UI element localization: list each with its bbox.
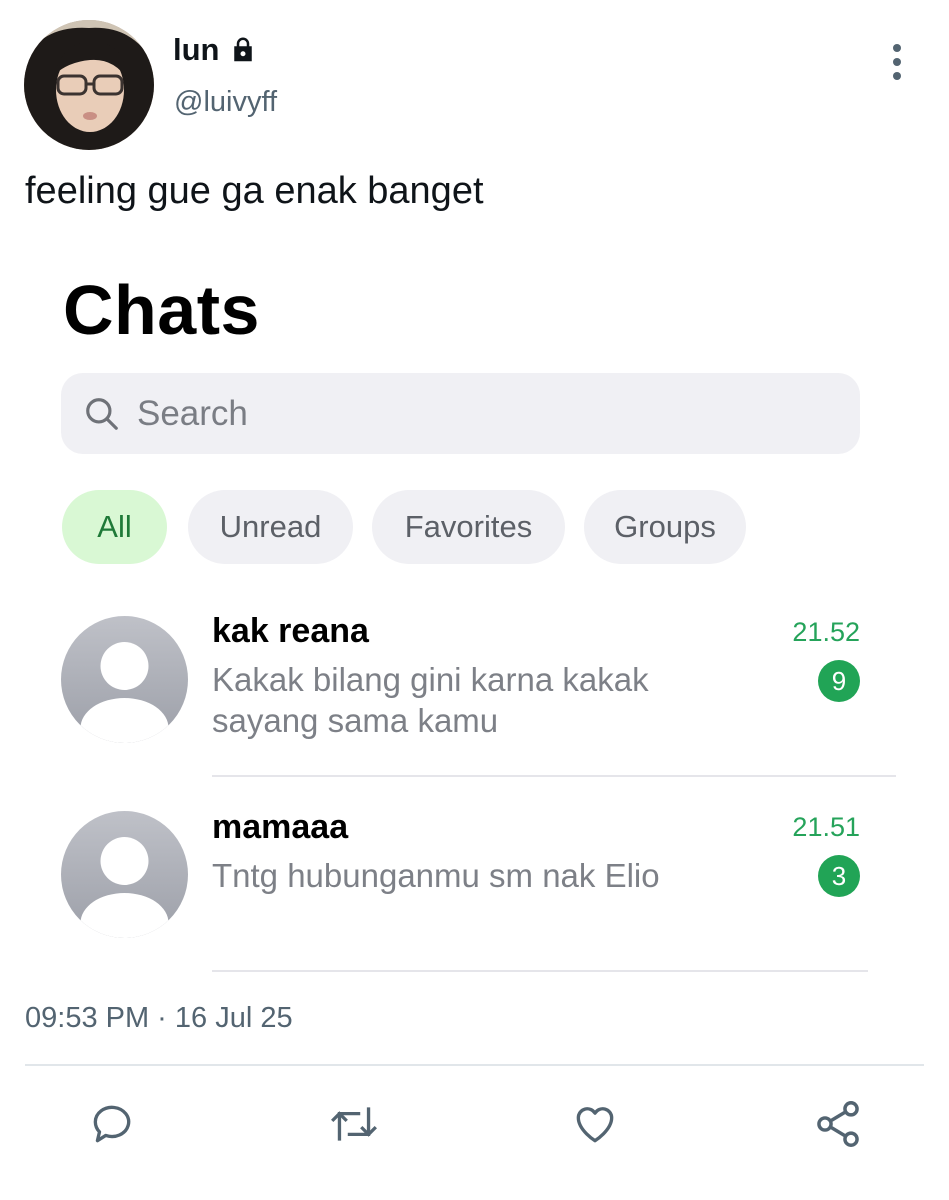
- filter-chip-all[interactable]: All: [62, 490, 167, 564]
- chat-time: 21.51: [792, 812, 860, 842]
- more-vertical-icon[interactable]: [884, 44, 910, 80]
- chat-name[interactable]: kak reana: [212, 612, 369, 651]
- chats-title: Chats: [63, 271, 260, 349]
- search-bar[interactable]: [61, 373, 860, 454]
- tweet-text: feeling gue ga enak banget: [25, 170, 484, 212]
- like-icon[interactable]: [565, 1094, 625, 1154]
- footer-divider: [25, 1064, 924, 1066]
- user-handle[interactable]: @luivyff: [174, 86, 277, 119]
- retweet-icon[interactable]: [324, 1094, 384, 1154]
- filter-chip-label: All: [97, 509, 132, 544]
- chat-preview[interactable]: Tntg hubunganmu sm nak Elio: [212, 855, 732, 896]
- lock-icon: [233, 37, 252, 62]
- filter-chip-favorites[interactable]: Favorites: [372, 490, 565, 564]
- profile-avatar[interactable]: [24, 20, 154, 150]
- display-name[interactable]: lun: [173, 32, 220, 68]
- search-input[interactable]: [135, 392, 819, 435]
- chat-name[interactable]: mamaaa: [212, 808, 348, 847]
- search-icon: [86, 397, 118, 430]
- display-name-row[interactable]: lun: [173, 32, 258, 68]
- contact-avatar-icon[interactable]: [61, 811, 188, 938]
- contact-avatar-icon[interactable]: [61, 616, 188, 743]
- tweet-timestamp[interactable]: 09:53 PM · 16 Jul 25: [25, 1002, 293, 1035]
- chat-time: 21.52: [792, 617, 860, 647]
- unread-badge: 9: [818, 660, 860, 702]
- filter-chip-unread[interactable]: Unread: [188, 490, 353, 564]
- chat-divider: [212, 775, 896, 777]
- filter-chip-label: Groups: [614, 509, 716, 544]
- filter-chip-label: Unread: [219, 509, 322, 544]
- unread-badge: 3: [818, 855, 860, 897]
- filter-chip-label: Favorites: [404, 509, 533, 544]
- chat-divider: [212, 970, 868, 972]
- filter-chip-groups[interactable]: Groups: [584, 490, 746, 564]
- share-icon[interactable]: [808, 1094, 868, 1154]
- chat-preview[interactable]: Kakak bilang gini karna kakak sayang sam…: [212, 659, 732, 741]
- reply-icon[interactable]: [82, 1094, 142, 1154]
